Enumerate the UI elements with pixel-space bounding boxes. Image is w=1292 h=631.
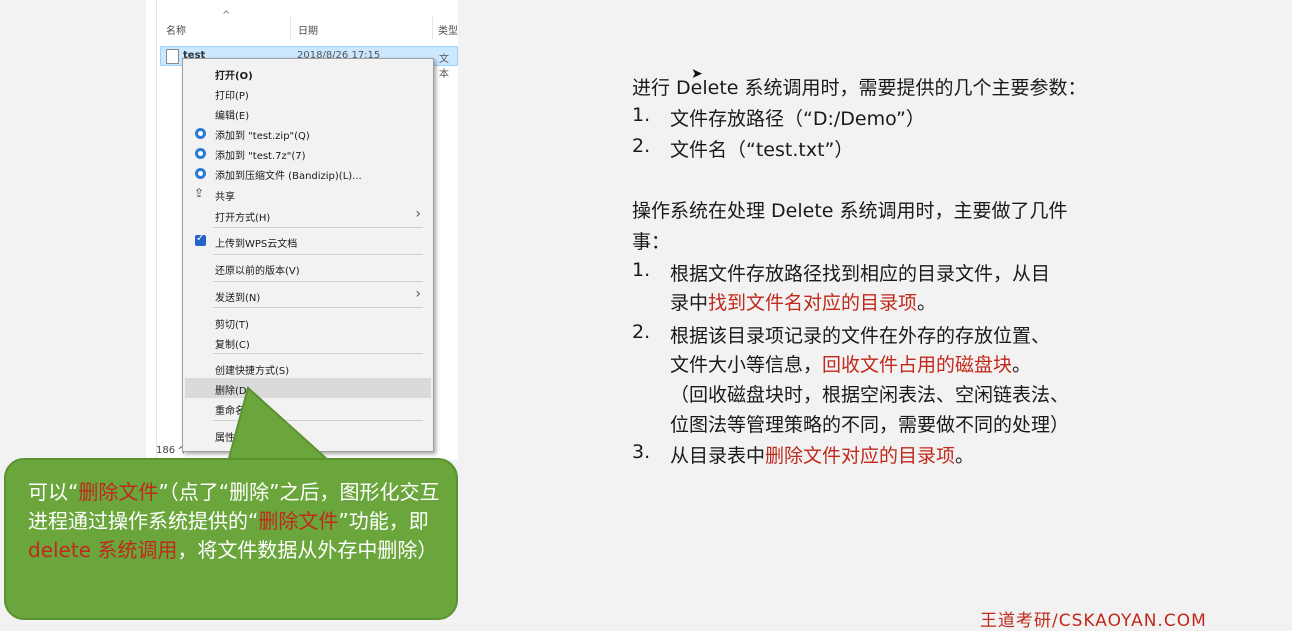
menu-item-label: 添加到压缩文件 (Bandizip)(L)... — [215, 171, 362, 182]
menu-item-label: 打开方式(H) — [215, 213, 271, 224]
step-text-cont: 文件大小等信息，回收文件占用的磁盘块。 — [670, 350, 1031, 377]
menu-item-properties[interactable]: 属性(R) — [185, 425, 431, 445]
callout-highlight: 删除文件 — [78, 480, 159, 504]
menu-item-label: 重命名(M) — [215, 406, 262, 417]
column-header-date[interactable]: 日期 — [298, 22, 318, 37]
menu-item-label: 剪切(T) — [215, 320, 249, 331]
menu-item-label: 打开(O) — [215, 71, 253, 82]
menu-item-open-with[interactable]: 打开方式(H) › — [185, 205, 431, 225]
menu-item-label: 还原以前的版本(V) — [215, 266, 300, 277]
menu-item-label: 发送到(N) — [215, 293, 261, 304]
bandizip-icon — [195, 128, 206, 139]
text-file-icon — [166, 49, 179, 64]
column-separator[interactable] — [432, 16, 433, 40]
menu-item-label: 删除(D) — [215, 386, 251, 397]
step-text: 录中 — [670, 292, 709, 314]
sort-ascending-icon[interactable]: ^ — [222, 10, 230, 21]
menu-item-share[interactable]: ⇪ 共享 — [185, 184, 431, 204]
menu-item-create-shortcut[interactable]: 创建快捷方式(S) — [185, 358, 431, 378]
menu-item-label: 复制(C) — [215, 340, 250, 351]
step-highlight: 删除文件对应的目录项 — [765, 445, 956, 467]
menu-item-send-to[interactable]: 发送到(N) › — [185, 285, 431, 305]
menu-item-add-to-zip[interactable]: 添加到 "test.zip"(Q) — [185, 123, 431, 143]
menu-item-label: 属性(R) — [215, 433, 250, 444]
step-highlight: 找到文件名对应的目录项 — [708, 292, 918, 314]
menu-separator — [213, 254, 423, 255]
share-icon: ⇪ — [194, 186, 205, 200]
menu-item-print[interactable]: 打印(P) — [185, 83, 431, 103]
step-highlight: 回收文件占用的磁盘块 — [822, 354, 1013, 376]
menu-item-open[interactable]: 打开(O) — [185, 63, 431, 83]
submenu-arrow-icon: › — [415, 206, 421, 222]
step-text: 。 — [917, 292, 937, 314]
callout-highlight: delete 系统调用 — [28, 538, 178, 562]
mouse-cursor-icon: ➤ — [691, 66, 703, 82]
menu-item-cut[interactable]: 剪切(T) — [185, 312, 431, 332]
list-number: 1. — [632, 104, 651, 126]
menu-separator — [213, 420, 423, 421]
menu-item-delete[interactable]: 删除(D) — [185, 378, 431, 398]
step-text-cont: 录中找到文件名对应的目录项。 — [670, 288, 936, 315]
context-menu: 打开(O) 打印(P) 编辑(E) 添加到 "test.zip"(Q) 添加到 … — [182, 58, 434, 452]
list-number: 2. — [632, 135, 651, 157]
step-text: 文件大小等信息， — [670, 354, 823, 376]
callout-highlight: 删除文件 — [258, 509, 339, 533]
menu-item-restore-versions[interactable]: 还原以前的版本(V) — [185, 258, 431, 278]
column-separator[interactable] — [290, 16, 291, 40]
step-text-wrap: 从目录表中删除文件对应的目录项。 — [670, 441, 974, 468]
submenu-arrow-icon: › — [415, 286, 421, 302]
step-note: （回收磁盘块时，根据空闲表法、空闲链表法、 — [670, 384, 1070, 406]
step-text: 。 — [1012, 354, 1032, 376]
step-note: 位图法等管理策略的不同，需要做不同的处理） — [670, 414, 1070, 436]
menu-item-label: 共享 — [215, 192, 235, 203]
step-text: 从目录表中 — [670, 445, 766, 467]
menu-separator — [213, 227, 423, 228]
wps-cloud-icon — [195, 233, 206, 246]
menu-item-label: 添加到 "test.7z"(7) — [215, 151, 306, 162]
menu-item-add-to-7z[interactable]: 添加到 "test.7z"(7) — [185, 143, 431, 163]
list-number: 1. — [632, 259, 651, 281]
step-text: 根据文件存放路径找到相应的目录文件，从目 — [670, 263, 1051, 285]
ops-intro-line2: 事： — [632, 231, 671, 253]
menu-separator — [213, 281, 423, 282]
step-text: 。 — [955, 445, 975, 467]
file-type: 文本 — [439, 54, 449, 80]
column-header-type[interactable]: 类型 — [438, 22, 458, 37]
menu-separator — [213, 353, 423, 354]
menu-item-edit[interactable]: 编辑(E) — [185, 103, 431, 123]
ops-intro-line1: 操作系统在处理 Delete 系统调用时，主要做了几件 — [632, 200, 1068, 222]
menu-item-label: 编辑(E) — [215, 111, 250, 122]
step-text: 根据该目录项记录的文件在外存的存放位置、 — [670, 325, 1051, 347]
menu-separator — [213, 307, 423, 308]
callout-text: 可以“删除文件”（点了“删除”之后，图形化交互进程通过操作系统提供的“删除文件”… — [28, 478, 444, 565]
menu-item-label: 添加到 "test.zip"(Q) — [215, 131, 310, 142]
menu-item-label: 创建快捷方式(S) — [215, 366, 290, 377]
column-header-name[interactable]: 名称 — [166, 22, 186, 37]
callout-text-part: ，将文件数据从外存中删除） — [177, 538, 438, 562]
explorer-left-strip — [146, 0, 157, 460]
menu-item-rename[interactable]: 重命名(M) — [185, 398, 431, 418]
list-number: 2. — [632, 321, 651, 343]
bandizip-icon — [195, 148, 206, 159]
menu-item-label: 上传到WPS云文档 — [215, 239, 298, 250]
menu-item-upload-wps[interactable]: 上传到WPS云文档 — [185, 231, 431, 251]
callout-text-part: ”功能，即 — [338, 509, 429, 533]
menu-item-label: 打印(P) — [215, 91, 249, 102]
list-number: 3. — [632, 441, 651, 463]
menu-item-add-to-archive[interactable]: 添加到压缩文件 (Bandizip)(L)... — [185, 163, 431, 183]
bandizip-icon — [195, 168, 206, 179]
menu-item-copy[interactable]: 复制(C) — [185, 332, 431, 352]
callout-text-part: 可以“ — [28, 480, 79, 504]
annotation-callout: 可以“删除文件”（点了“删除”之后，图形化交互进程通过操作系统提供的“删除文件”… — [4, 458, 458, 620]
param-text: 文件存放路径（“D:/Demo”） — [670, 108, 925, 130]
param-text: 文件名（“test.txt”） — [670, 139, 854, 161]
